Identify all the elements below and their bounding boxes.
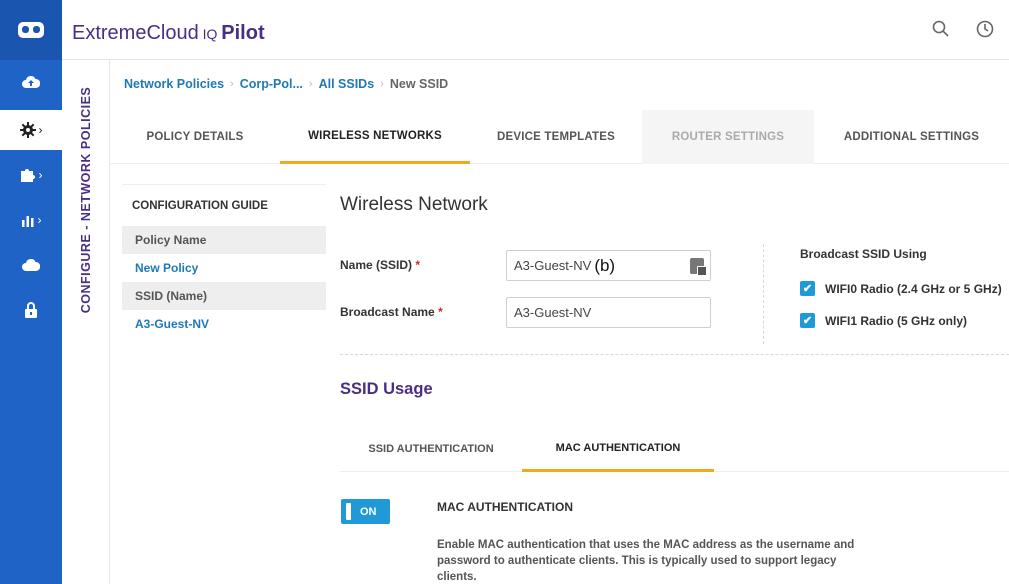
checkbox-checked-icon[interactable]: ✔ bbox=[800, 313, 815, 328]
cloud-upload-icon bbox=[22, 75, 40, 88]
ssid-name-label-text: Name (SSID) bbox=[340, 258, 413, 272]
wifi0-radio-label: WIFI0 Radio (2.4 GHz or 5 GHz) bbox=[825, 281, 1002, 296]
gear-icon bbox=[19, 122, 36, 138]
tab-policy-details[interactable]: POLICY DETAILS bbox=[110, 110, 280, 164]
logo-icon bbox=[18, 22, 44, 38]
puzzle-icon bbox=[20, 169, 35, 182]
app-product: Pilot bbox=[221, 22, 265, 44]
policy-tabs: POLICY DETAILS WIRELESS NETWORKS DEVICE … bbox=[110, 110, 1009, 164]
ssid-annotation: (b) bbox=[594, 255, 616, 275]
required-mark: * bbox=[438, 305, 443, 319]
nav-monitor[interactable]: › bbox=[0, 200, 62, 240]
breadcrumb-separator-icon: › bbox=[380, 78, 384, 90]
broadcast-name-input[interactable]: A3-Guest-NV bbox=[506, 297, 711, 328]
breadcrumb-all-ssids[interactable]: All SSIDs bbox=[319, 77, 375, 91]
mac-auth-description: Enable MAC authentication that uses the … bbox=[437, 539, 855, 583]
required-mark: * bbox=[415, 258, 421, 272]
guide-label-policy-name: Policy Name bbox=[122, 226, 326, 254]
clock-icon[interactable] bbox=[974, 20, 996, 42]
left-nav-rail: › › › bbox=[0, 0, 62, 584]
guide-value-ssid-name[interactable]: A3-Guest-NV bbox=[122, 310, 326, 338]
app-brand: ExtremeCloud bbox=[72, 22, 199, 44]
tab-device-templates[interactable]: DEVICE TEMPLATES bbox=[470, 110, 642, 164]
tab-wireless-networks[interactable]: WIRELESS NETWORKS bbox=[280, 110, 470, 164]
broadcast-name-value: A3-Guest-NV bbox=[514, 305, 592, 320]
app-title: ExtremeCloud IQ Pilot bbox=[72, 22, 265, 45]
mac-auth-toggle[interactable]: ON bbox=[341, 499, 390, 524]
breadcrumb-current: New SSID bbox=[389, 77, 449, 91]
nav-extensions[interactable]: › bbox=[0, 155, 62, 195]
broadcast-using-title: Broadcast SSID Using bbox=[800, 247, 927, 261]
chevron-right-icon: › bbox=[37, 213, 42, 227]
breadcrumb-separator-icon: › bbox=[230, 78, 234, 90]
app-logo[interactable] bbox=[0, 0, 62, 60]
checkbox-checked-icon[interactable]: ✔ bbox=[800, 281, 815, 296]
nav-configure[interactable]: › bbox=[0, 110, 62, 150]
wifi1-radio-label: WIFI1 Radio (5 GHz only) bbox=[825, 313, 968, 328]
wireless-network-title: Wireless Network bbox=[340, 194, 488, 215]
wifi1-radio-option[interactable]: ✔ WIFI1 Radio (5 GHz only) bbox=[800, 313, 967, 328]
lock-icon bbox=[25, 302, 37, 318]
bar-chart-icon bbox=[21, 216, 33, 227]
section-label-column: CONFIGURE - NETWORK POLICIES bbox=[62, 60, 110, 584]
nav-cloud[interactable] bbox=[0, 245, 62, 285]
app-brand-suffix: IQ bbox=[198, 26, 222, 42]
configuration-guide: CONFIGURATION GUIDE Policy Name New Poli… bbox=[122, 184, 326, 338]
top-header: ExtremeCloud IQ Pilot bbox=[62, 0, 1009, 60]
broadcast-name-label-text: Broadcast Name bbox=[340, 305, 435, 319]
breadcrumb-separator-icon: › bbox=[308, 78, 313, 90]
guide-title: CONFIGURATION GUIDE bbox=[122, 184, 326, 226]
breadcrumb-network-policies[interactable]: Network Policies bbox=[124, 77, 224, 91]
tab-mac-authentication[interactable]: MAC AUTHENTICATION bbox=[522, 426, 714, 472]
search-icon[interactable] bbox=[930, 20, 952, 42]
tab-router-settings: ROUTER SETTINGS bbox=[642, 110, 814, 164]
guide-value-policy-name[interactable]: New Policy bbox=[122, 254, 326, 282]
section-label: CONFIGURE - NETWORK POLICIES bbox=[79, 86, 93, 314]
ssid-usage-title: SSID Usage bbox=[340, 380, 433, 398]
breadcrumb: Network Policies › Corp-Pol... › All SSI… bbox=[124, 77, 448, 91]
tab-ssid-authentication[interactable]: SSID AUTHENTICATION bbox=[340, 426, 522, 472]
wifi0-radio-option[interactable]: ✔ WIFI0 Radio (2.4 GHz or 5 GHz) bbox=[800, 281, 1002, 296]
guide-label-ssid-name: SSID (Name) bbox=[122, 282, 326, 310]
ssid-name-label: Name (SSID) * bbox=[340, 258, 420, 272]
horizontal-divider bbox=[340, 354, 1009, 355]
nav-admin[interactable] bbox=[0, 290, 62, 330]
tab-additional-settings[interactable]: ADDITIONAL SETTINGS bbox=[814, 110, 1009, 164]
ssid-name-input[interactable]: A3-Guest-NV (b) bbox=[506, 250, 711, 281]
chevron-right-icon: › bbox=[38, 123, 43, 137]
mac-auth-title: MAC AUTHENTICATION bbox=[437, 500, 573, 514]
chevron-right-icon: › bbox=[38, 168, 43, 182]
ssid-name-value: A3-Guest-NV bbox=[514, 258, 592, 273]
copy-icon[interactable] bbox=[690, 258, 707, 276]
ssid-usage-tabs: SSID AUTHENTICATION MAC AUTHENTICATION bbox=[340, 426, 1009, 472]
nav-deploy[interactable] bbox=[0, 62, 62, 102]
breadcrumb-policy[interactable]: Corp-Pol... bbox=[240, 77, 303, 91]
toggle-label: ON bbox=[360, 505, 377, 518]
vertical-divider bbox=[763, 244, 764, 344]
toggle-knob bbox=[346, 503, 351, 520]
cloud-icon bbox=[22, 259, 40, 271]
broadcast-name-label: Broadcast Name * bbox=[340, 305, 443, 319]
